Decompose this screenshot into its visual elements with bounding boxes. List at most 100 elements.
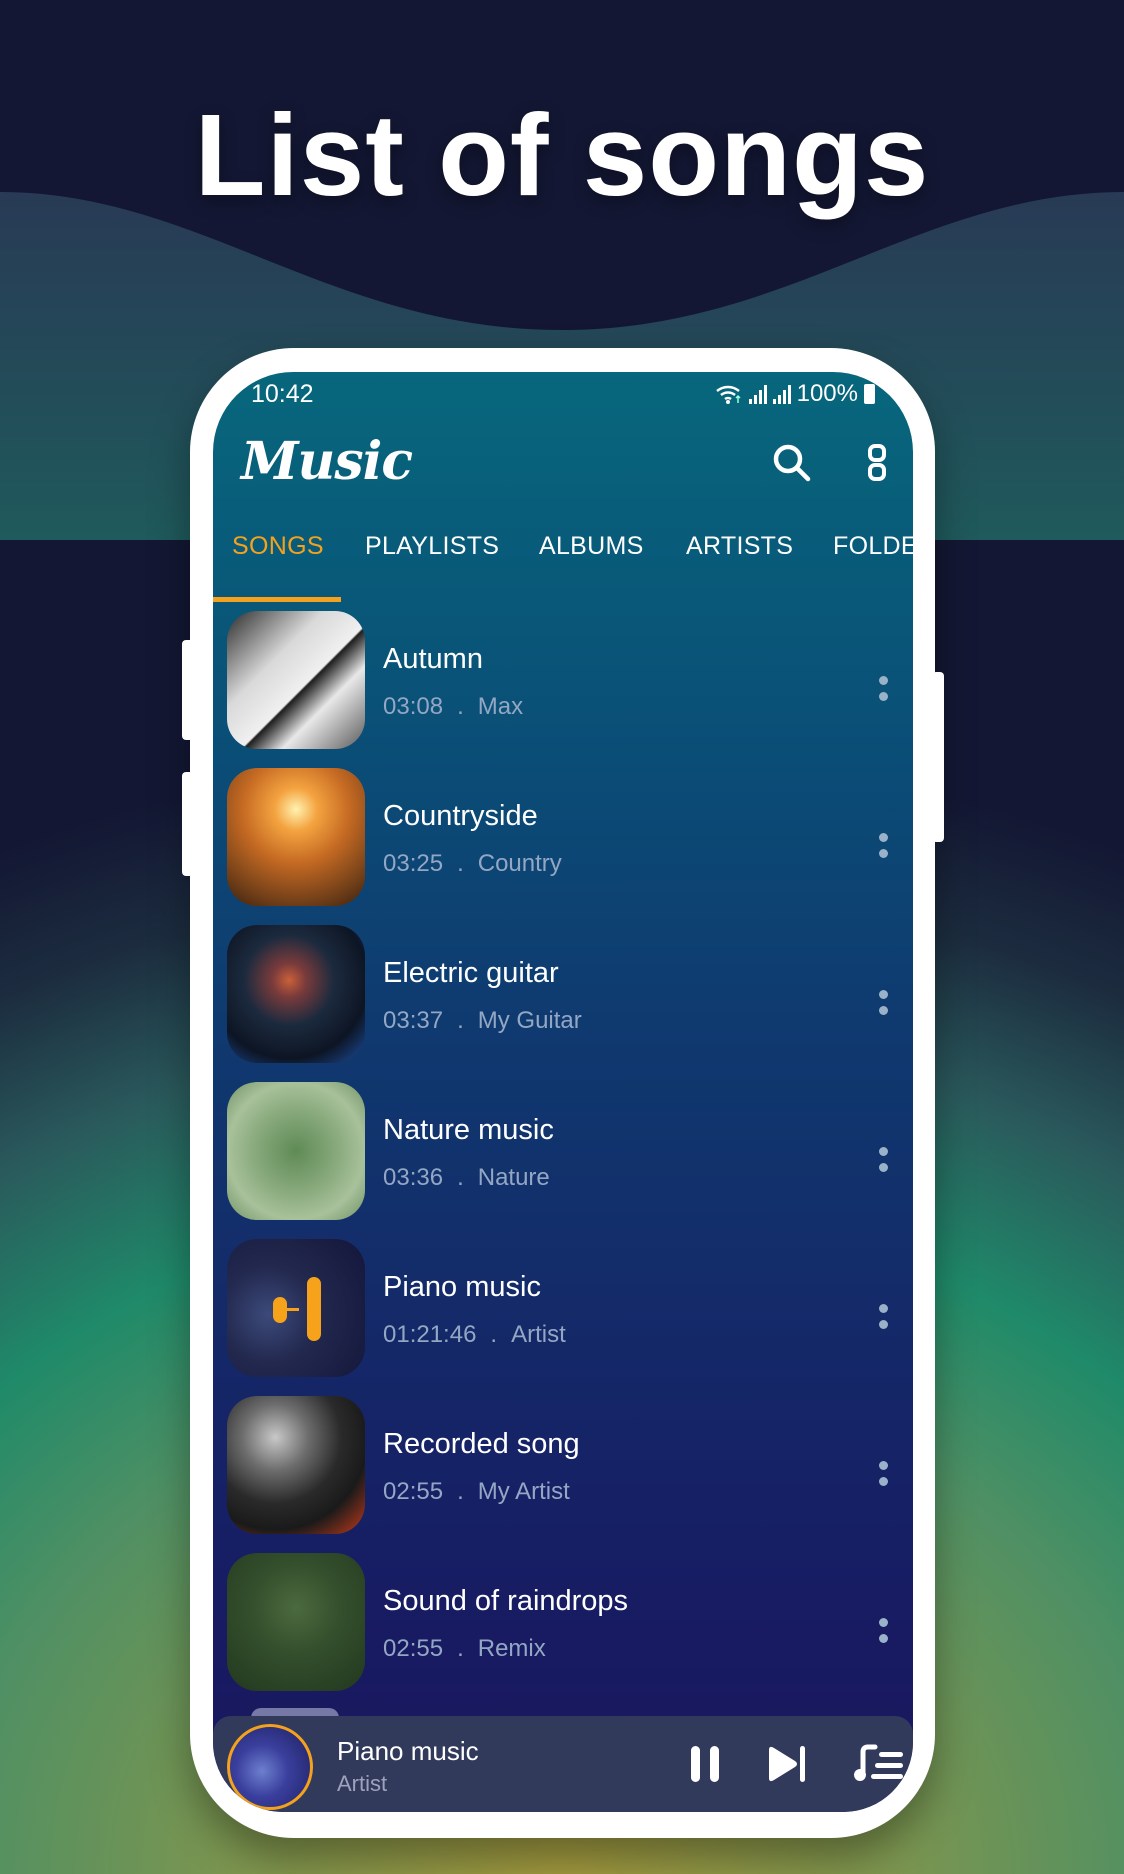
active-tab-indicator <box>213 597 341 602</box>
status-bar: 10:42 100% <box>213 372 913 416</box>
separator: . <box>490 1321 498 1348</box>
song-meta: 02:55. Remix <box>383 1635 546 1663</box>
separator: . <box>457 693 464 720</box>
search-button[interactable] <box>768 439 816 487</box>
now-playing-art <box>227 1724 313 1810</box>
signal-icon <box>772 384 791 404</box>
song-artist: Artist <box>511 1321 566 1348</box>
separator: . <box>457 1478 464 1505</box>
now-playing-artist: Artist <box>337 1771 388 1796</box>
song-title: Piano music <box>383 1271 541 1303</box>
song-title: Countryside <box>383 800 538 832</box>
more-vert-icon-dot <box>878 1319 888 1329</box>
separator: . <box>457 850 464 877</box>
playlist-music-icon <box>854 1744 903 1781</box>
next-button[interactable] <box>763 1740 811 1788</box>
status-time: 10:42 <box>251 380 314 408</box>
song-duration: 03:08 <box>383 693 444 720</box>
album-art-dark-leaves <box>227 1553 365 1691</box>
search-icon <box>773 444 811 482</box>
song-meta: 03:25. Country <box>383 850 562 878</box>
promo-title: List of songs <box>194 90 930 220</box>
pause-button[interactable] <box>683 1740 727 1788</box>
song-meta: 02:55. My Artist <box>383 1478 570 1506</box>
more-vert-icon-dot <box>878 1162 888 1172</box>
tab-albums[interactable]: ALBUMS <box>539 532 644 561</box>
album-art-mic <box>227 1239 365 1377</box>
song-title: Sound of raindrops <box>383 1585 629 1617</box>
mini-player[interactable]: Piano music Artist <box>213 1716 913 1812</box>
song-options-button[interactable] <box>868 1448 898 1498</box>
more-vert-icon <box>878 1146 888 1156</box>
more-vert-icon <box>878 675 888 685</box>
song-artist: My Guitar <box>477 1007 582 1034</box>
queue-button[interactable] <box>853 1740 913 1788</box>
app-waveform-icon <box>273 1277 321 1341</box>
wifi-icon <box>715 385 741 404</box>
more-vert-icon-dot <box>878 1633 888 1643</box>
song-options-button[interactable] <box>868 977 898 1027</box>
more-vert-icon <box>878 1460 888 1470</box>
separator: . <box>457 1164 464 1191</box>
more-options-button[interactable] <box>853 439 901 487</box>
more-vert-icon-dot <box>878 1005 888 1015</box>
song-duration: 03:37 <box>383 1007 444 1034</box>
song-row[interactable]: Autumn 03:08. Max <box>213 611 913 768</box>
song-title: Recorded song <box>383 1428 580 1460</box>
song-list: Autumn 03:08. Max Countryside 03:25. Count… <box>213 611 913 1710</box>
battery-icon <box>864 384 875 404</box>
song-duration: 02:55 <box>383 1635 444 1662</box>
song-options-button[interactable] <box>868 820 898 870</box>
song-options-button[interactable] <box>868 1291 898 1341</box>
song-row[interactable]: Recorded song 02:55. My Artist <box>213 1396 913 1553</box>
song-meta: 01:21:46. Artist <box>383 1321 566 1349</box>
song-row[interactable]: Electric guitar 03:37. My Guitar <box>213 925 913 1082</box>
song-row[interactable]: Countryside 03:25. Country <box>213 768 913 925</box>
now-playing-title: Piano music <box>337 1736 479 1766</box>
tab-artists[interactable]: ARTISTS <box>686 532 793 561</box>
more-vert-icon <box>878 989 888 999</box>
tab-playlists[interactable]: PLAYLISTS <box>365 532 499 561</box>
phone-side-button <box>182 640 194 740</box>
song-row[interactable]: Piano music 01:21:46. Artist <box>213 1239 913 1396</box>
song-options-button[interactable] <box>868 663 898 713</box>
signal-icon <box>748 384 767 404</box>
song-row[interactable]: Sound of raindrops 02:55. Remix <box>213 1553 913 1710</box>
more-vert-icon <box>868 444 886 481</box>
song-duration: 03:36 <box>383 1164 444 1191</box>
album-art-piano <box>227 611 365 749</box>
tab-folders[interactable]: FOLDE <box>833 532 913 561</box>
song-row[interactable]: Nature music 03:36. Nature <box>213 1082 913 1239</box>
song-artist: Remix <box>477 1635 546 1662</box>
pause-icon <box>691 1746 719 1782</box>
song-duration: 01:21:46 <box>383 1321 477 1348</box>
song-artist: Max <box>477 693 524 720</box>
tab-bar: SONGS PLAYLISTS ALBUMS ARTISTS FOLDE <box>213 532 913 598</box>
more-vert-icon-dot <box>878 848 888 858</box>
more-vert-icon <box>878 832 888 842</box>
song-artist: Country <box>477 850 562 877</box>
song-title: Nature music <box>383 1114 554 1146</box>
song-meta: 03:36. Nature <box>383 1164 550 1192</box>
phone-power-button <box>932 672 944 842</box>
song-meta: 03:37. My Guitar <box>383 1007 582 1035</box>
song-options-button[interactable] <box>868 1134 898 1184</box>
skip-next-icon <box>769 1746 805 1782</box>
separator: . <box>457 1635 464 1662</box>
album-art-guitar <box>227 925 365 1063</box>
song-options-button[interactable] <box>868 1605 898 1655</box>
phone-side-button <box>182 772 194 876</box>
more-vert-icon <box>878 1303 888 1313</box>
album-art-leaves <box>227 1082 365 1220</box>
album-art-wheat <box>227 768 365 906</box>
song-duration: 03:25 <box>383 850 444 877</box>
song-artist: Nature <box>477 1164 550 1191</box>
song-artist: My Artist <box>477 1478 570 1505</box>
more-vert-icon <box>878 1617 888 1627</box>
separator: . <box>457 1007 464 1034</box>
battery-percent: 100% <box>796 380 858 407</box>
tab-songs[interactable]: SONGS <box>232 532 324 561</box>
song-meta: 03:08. Max <box>383 693 523 721</box>
app-bar: Music <box>213 427 913 507</box>
album-art-dj <box>227 1396 365 1534</box>
